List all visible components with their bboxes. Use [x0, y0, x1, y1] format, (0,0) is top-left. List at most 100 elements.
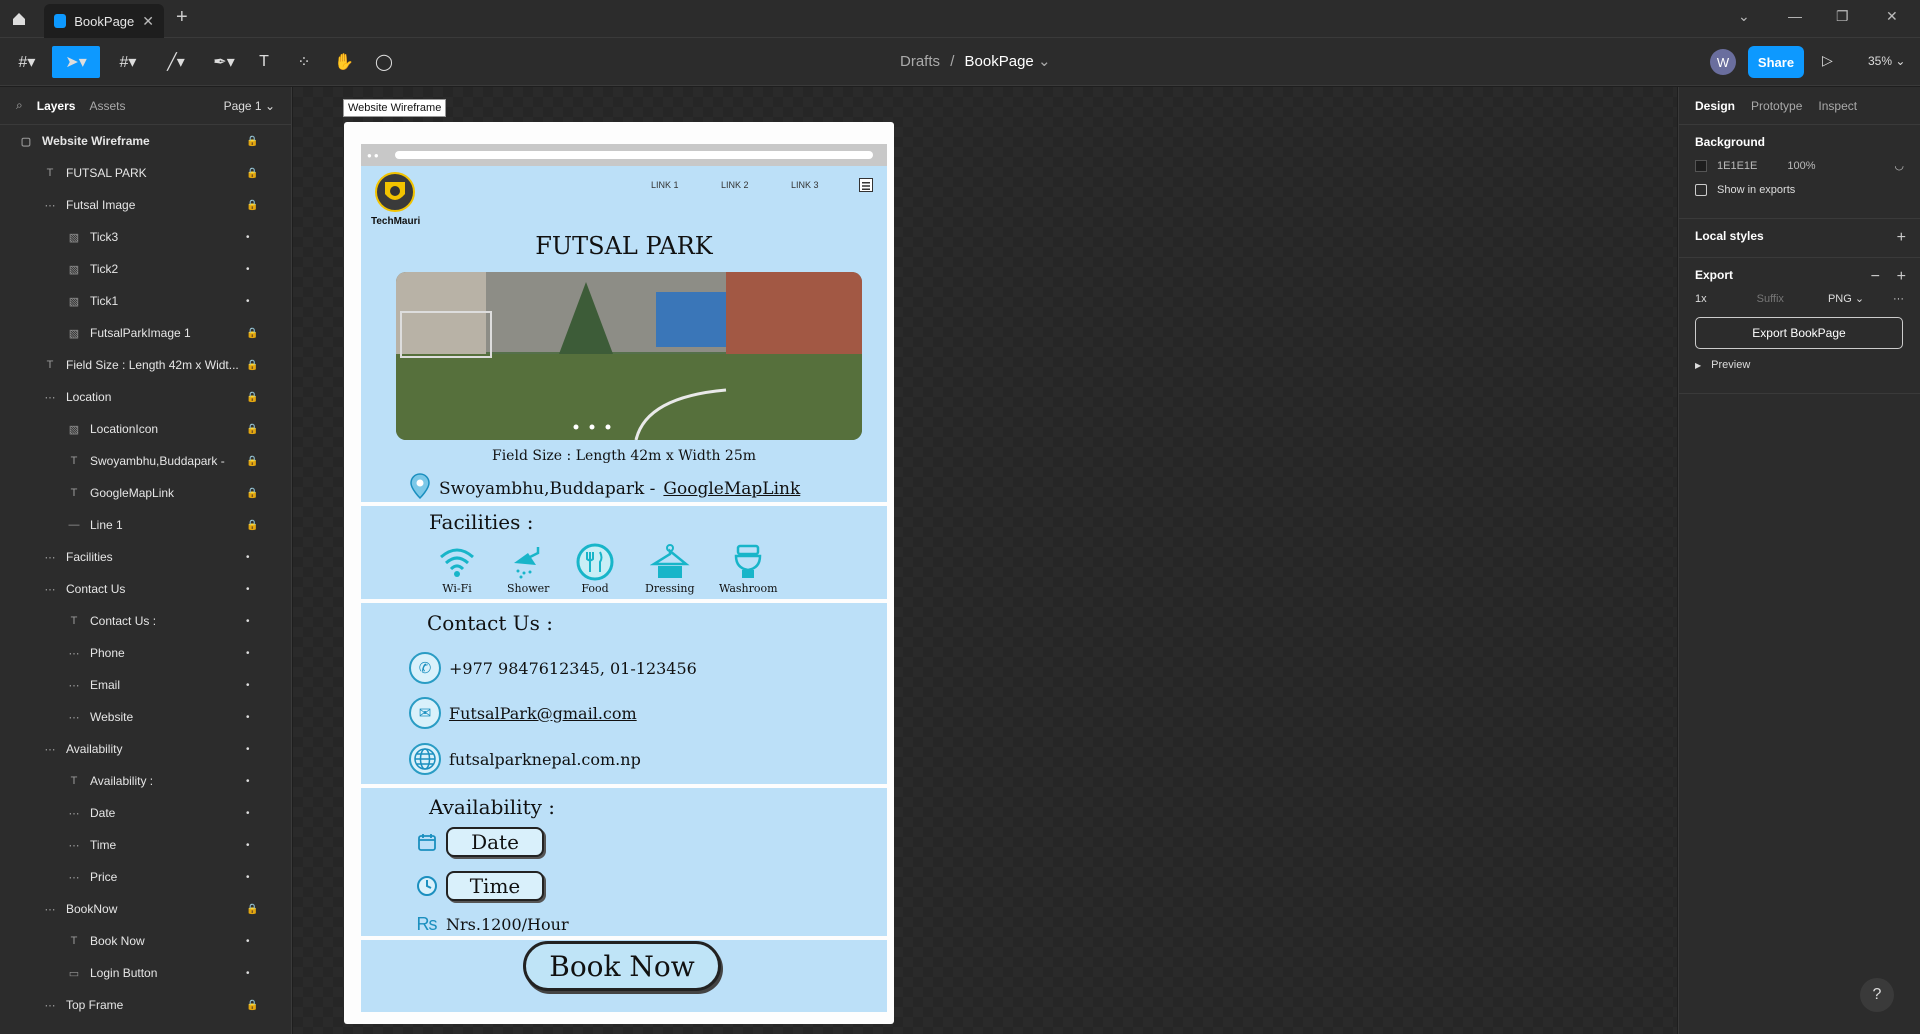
remove-export-icon[interactable]: −	[1871, 268, 1880, 286]
layer-row[interactable]: T FUTSAL PARK 🔒	[0, 157, 291, 189]
layer-row[interactable]: ⋯ Location 🔒	[0, 381, 291, 413]
layer-row[interactable]: ▢ Website Wireframe 🔒	[0, 125, 291, 157]
layer-row[interactable]: ⋯ Date •	[0, 797, 291, 829]
layer-row[interactable]: ⋯ Time •	[0, 829, 291, 861]
google-map-link[interactable]: GoogleMapLink	[663, 479, 800, 499]
close-tab-icon[interactable]: ✕	[142, 13, 154, 30]
layer-row[interactable]: ⋯ Price •	[0, 861, 291, 893]
lock-icon[interactable]: •	[246, 808, 250, 819]
preview-toggle[interactable]: ▶ Preview	[1695, 359, 1904, 371]
show-in-exports-row[interactable]: Show in exports	[1695, 184, 1904, 196]
layer-row[interactable]: ⋯ Facilities •	[0, 541, 291, 573]
layer-row[interactable]: ▧ Tick2 •	[0, 253, 291, 285]
lock-icon[interactable]: •	[246, 616, 250, 627]
layer-row[interactable]: ▧ Tick1 •	[0, 285, 291, 317]
lock-icon[interactable]: •	[246, 744, 250, 755]
text-tool-icon[interactable]: T	[252, 46, 276, 78]
more-options-icon[interactable]: ···	[1893, 293, 1904, 305]
export-format-select[interactable]: PNG ⌄	[1828, 292, 1864, 305]
lock-icon[interactable]: •	[246, 264, 250, 275]
hand-tool-icon[interactable]: ✋	[332, 46, 356, 78]
bg-opacity[interactable]: 100%	[1787, 160, 1815, 172]
hamburger-menu-icon[interactable]	[859, 178, 873, 192]
lock-icon[interactable]: 🔒	[246, 200, 258, 211]
nav-link-3[interactable]: LINK 3	[791, 180, 819, 190]
layer-row[interactable]: T Availability : •	[0, 765, 291, 797]
layer-row[interactable]: ⋯ Contact Us •	[0, 573, 291, 605]
email-link[interactable]: FutsalPark@gmail.com	[449, 704, 637, 723]
layer-row[interactable]: ▭ Login Button •	[0, 957, 291, 989]
tab-assets[interactable]: Assets	[89, 99, 125, 113]
avatar[interactable]: W	[1710, 49, 1736, 75]
background-fill-row[interactable]: 1E1E1E 100% ◡	[1695, 159, 1904, 172]
layer-row[interactable]: ▧ Tick3 •	[0, 221, 291, 253]
lock-icon[interactable]: •	[246, 936, 250, 947]
layer-row[interactable]: ⋯ Email •	[0, 669, 291, 701]
book-now-button[interactable]: Book Now	[523, 941, 721, 991]
help-button[interactable]: ?	[1860, 978, 1894, 1012]
zoom-dropdown[interactable]: 35% ⌄	[1868, 54, 1905, 68]
layer-row[interactable]: ⋯ Top Frame 🔒	[0, 989, 291, 1021]
lock-icon[interactable]: •	[246, 648, 250, 659]
tab-prototype[interactable]: Prototype	[1751, 99, 1802, 113]
layer-row[interactable]: ⋯ Futsal Image 🔒	[0, 189, 291, 221]
pen-tool-icon[interactable]: ✒▾	[206, 46, 242, 78]
new-tab-button[interactable]: +	[176, 6, 188, 29]
lock-icon[interactable]: 🔒	[246, 360, 258, 371]
lock-icon[interactable]: •	[246, 552, 250, 563]
export-scale[interactable]: 1x	[1695, 293, 1707, 305]
lock-icon[interactable]: 🔒	[246, 904, 258, 915]
visibility-icon[interactable]: ◡	[1894, 159, 1904, 172]
present-icon[interactable]: ▷	[1822, 52, 1833, 69]
lock-icon[interactable]: •	[246, 680, 250, 691]
crumb-parent[interactable]: Drafts	[900, 53, 940, 70]
time-input[interactable]: Time	[446, 871, 544, 901]
frame-tool-icon[interactable]: #▾	[110, 46, 146, 78]
layer-row[interactable]: T Book Now •	[0, 925, 291, 957]
layer-row[interactable]: T GoogleMapLink 🔒	[0, 477, 291, 509]
chevron-down-icon[interactable]: ⌄	[1738, 8, 1750, 25]
bg-hex[interactable]: 1E1E1E	[1717, 160, 1757, 172]
color-swatch[interactable]	[1695, 159, 1707, 172]
export-suffix-input[interactable]: Suffix	[1757, 293, 1784, 305]
lock-icon[interactable]: •	[246, 968, 250, 979]
breadcrumb[interactable]: Drafts / BookPage ⌄	[900, 52, 1051, 70]
lock-icon[interactable]: •	[246, 712, 250, 723]
crumb-current[interactable]: BookPage	[965, 53, 1034, 70]
layer-row[interactable]: ⋯ BookNow 🔒	[0, 893, 291, 925]
tab-inspect[interactable]: Inspect	[1818, 99, 1857, 113]
lock-icon[interactable]: •	[246, 584, 250, 595]
chevron-down-icon[interactable]: ⌄	[1038, 53, 1051, 70]
export-button[interactable]: Export BookPage	[1695, 317, 1903, 349]
lock-icon[interactable]: 🔒	[246, 328, 258, 339]
minimize-icon[interactable]: —	[1788, 8, 1802, 24]
nav-link-2[interactable]: LINK 2	[721, 180, 749, 190]
layer-row[interactable]: ▧ FutsalParkImage 1 🔒	[0, 317, 291, 349]
date-input[interactable]: Date	[446, 827, 544, 857]
layer-row[interactable]: — Line 1 🔒	[0, 509, 291, 541]
window-close-icon[interactable]: ✕	[1886, 8, 1898, 25]
lock-icon[interactable]: 🔒	[246, 456, 258, 467]
lock-icon[interactable]: •	[246, 776, 250, 787]
lock-icon[interactable]: •	[246, 840, 250, 851]
components-icon[interactable]: ⁘	[292, 46, 316, 78]
layer-row[interactable]: ⋯ Availability •	[0, 733, 291, 765]
frame-label[interactable]: Website Wireframe	[343, 99, 447, 117]
tab-layers[interactable]: Layers	[37, 99, 76, 113]
show-in-exports-checkbox[interactable]	[1695, 184, 1707, 196]
lock-icon[interactable]: 🔒	[246, 424, 258, 435]
home-icon[interactable]	[8, 8, 30, 30]
layer-row[interactable]: T Field Size : Length 42m x Widt... 🔒	[0, 349, 291, 381]
layer-row[interactable]: T Swoyambhu,Buddapark - 🔒	[0, 445, 291, 477]
lock-icon[interactable]: •	[246, 872, 250, 883]
lock-icon[interactable]: •	[246, 232, 250, 243]
layer-row[interactable]: ⋯ Phone •	[0, 637, 291, 669]
website-wireframe-frame[interactable]: ●● TechMauri LINK 1 LINK 2 LINK 3 FUTSAL…	[344, 122, 894, 1024]
add-style-icon[interactable]: +	[1897, 229, 1906, 247]
restore-icon[interactable]: ❐	[1836, 8, 1849, 25]
layer-row[interactable]: T Contact Us : •	[0, 605, 291, 637]
tab-design[interactable]: Design	[1695, 99, 1735, 113]
main-menu-icon[interactable]: #▾	[10, 46, 44, 78]
lock-icon[interactable]: 🔒	[246, 488, 258, 499]
lock-icon[interactable]: •	[246, 296, 250, 307]
